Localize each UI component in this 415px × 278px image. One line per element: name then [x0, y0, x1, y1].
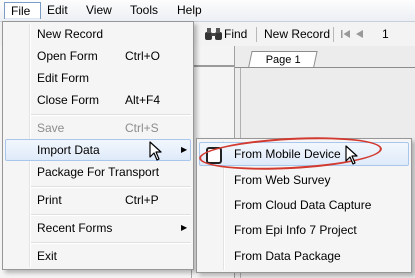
shortcut-text: Alt+F4 [125, 93, 161, 107]
submenu-item-from-web-survey[interactable]: From Web Survey [199, 168, 409, 192]
first-record-icon[interactable] [341, 30, 350, 38]
tab-page-1[interactable]: Page 1 [248, 51, 318, 68]
pane-divider [190, 65, 234, 67]
menu-item-edit-form[interactable]: Edit Form [5, 67, 191, 89]
menu-item-label: Exit [37, 249, 58, 263]
menu-separator [31, 186, 191, 188]
menu-separator [31, 242, 191, 244]
record-number[interactable]: 1 [382, 26, 389, 42]
menu-item-print[interactable]: Print Ctrl+P [5, 189, 191, 211]
menu-item-label: New Record [37, 27, 104, 41]
menu-item-recent-forms[interactable]: Recent Forms ▶ [5, 217, 191, 239]
toolbar-separator [333, 27, 334, 42]
menu-separator [31, 214, 191, 216]
menu-tools[interactable]: Tools [124, 2, 164, 19]
menu-item-label: Close Form [37, 93, 100, 107]
submenu-arrow-icon: ▶ [181, 223, 188, 232]
submenu-item-label: From Web Survey [234, 173, 331, 187]
tab-label: Page 1 [265, 54, 301, 66]
submenu-item-label: From Mobile Device [234, 147, 341, 161]
menu-item-label: Import Data [37, 143, 100, 157]
toolbar-separator [256, 27, 257, 42]
menu-item-label: Edit Form [37, 71, 90, 85]
submenu-item-from-cloud-data-capture[interactable]: From Cloud Data Capture [199, 193, 409, 217]
import-data-submenu: From Mobile Device From Web Survey From … [196, 138, 412, 273]
menu-item-import-data[interactable]: Import Data ▶ [5, 139, 191, 161]
menu-item-exit[interactable]: Exit [5, 245, 191, 267]
shortcut-text: Ctrl+O [125, 49, 161, 63]
binoculars-icon[interactable] [205, 28, 222, 40]
submenu-item-label: From Data Package [234, 249, 341, 263]
menu-item-label: Package For Transport [37, 165, 160, 179]
menu-file[interactable]: File [4, 2, 41, 19]
menu-item-label: Recent Forms [37, 221, 113, 235]
menu-item-open-form[interactable]: Open Form Ctrl+O [5, 45, 191, 67]
mouse-cursor-icon [345, 145, 358, 165]
menu-item-label: Save [37, 121, 65, 135]
menu-item-save[interactable]: Save Ctrl+S [5, 117, 191, 139]
new-record-button[interactable]: New Record [264, 26, 330, 42]
menu-view[interactable]: View [80, 2, 118, 19]
menu-item-package-for-transport[interactable]: Package For Transport [5, 161, 191, 183]
find-button[interactable]: Find [224, 26, 247, 42]
menu-item-close-form[interactable]: Close Form Alt+F4 [5, 89, 191, 111]
menu-help[interactable]: Help [171, 2, 208, 19]
mouse-cursor-icon [149, 141, 162, 161]
submenu-item-from-epi-info-7-project[interactable]: From Epi Info 7 Project [199, 218, 409, 242]
submenu-arrow-icon: ▶ [181, 145, 188, 154]
menu-item-label: Print [37, 193, 62, 207]
file-menu: New Record Open Form Ctrl+O Edit Form Cl… [2, 21, 194, 270]
toolbar: Find New Record 1 [190, 22, 415, 47]
menu-separator [31, 114, 191, 116]
submenu-item-from-data-package[interactable]: From Data Package [199, 244, 409, 268]
shortcut-text: Ctrl+S [125, 121, 159, 135]
menu-bar: File Edit View Tools Help [0, 0, 415, 22]
menu-item-new-record[interactable]: New Record [5, 23, 191, 45]
menu-edit[interactable]: Edit [41, 2, 74, 19]
mobile-device-icon [206, 147, 222, 164]
shortcut-text: Ctrl+P [125, 193, 159, 207]
previous-record-icon[interactable] [356, 30, 363, 38]
menu-item-label: Open Form [37, 49, 98, 63]
submenu-item-from-mobile-device[interactable]: From Mobile Device [199, 142, 409, 166]
submenu-item-label: From Cloud Data Capture [234, 198, 372, 212]
submenu-item-label: From Epi Info 7 Project [234, 223, 357, 237]
